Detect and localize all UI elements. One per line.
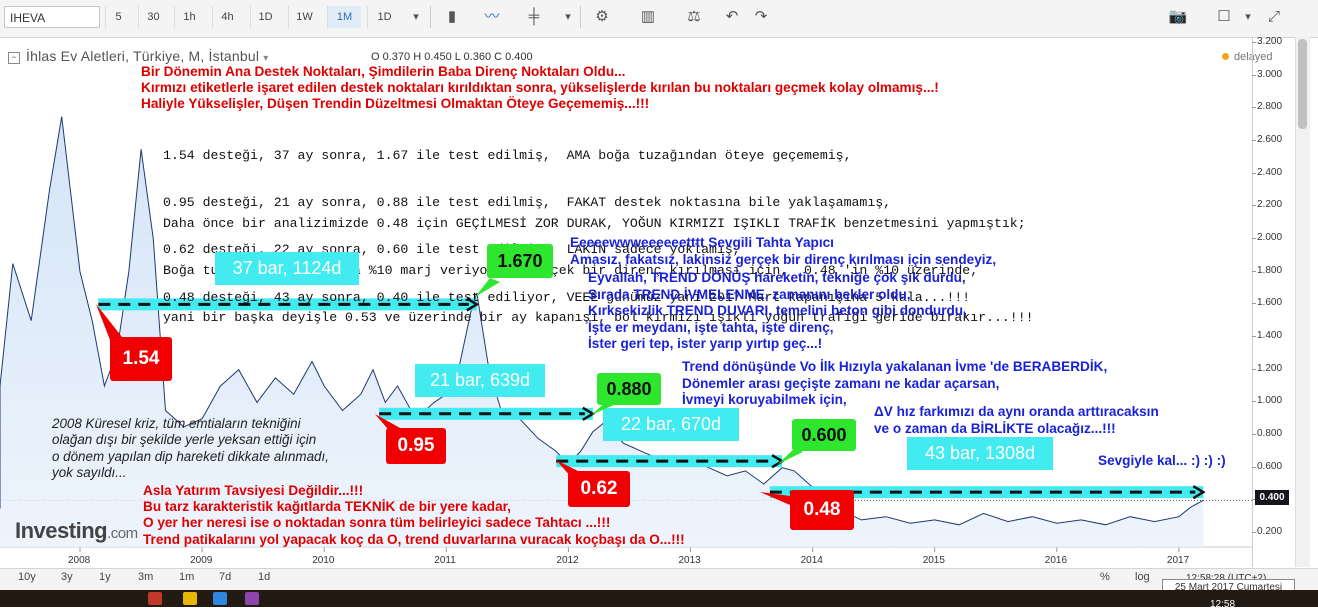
message-line: Dönemler arası geçişte zamanı ne kadar a…	[682, 375, 1000, 391]
investing-logo: Investing.com	[15, 518, 138, 544]
x-tick-label: 2009	[190, 555, 213, 566]
x-tick-label: 2016	[1044, 555, 1068, 566]
message-note-1: Eeeeewwweeeeeetttt Sevgili Tahta Yapıcı …	[570, 235, 996, 268]
range-3y[interactable]: 3y	[61, 571, 73, 583]
support-label: 0.95	[386, 428, 446, 464]
logo-suffix: .com	[107, 525, 138, 542]
y-tick-label: 0.200	[1251, 526, 1283, 537]
y-tick-label: 2.200	[1251, 199, 1283, 211]
message-line: İşte er meydanı, işte tahta, işte direnç…	[588, 319, 834, 335]
percent-toggle[interactable]: %	[1100, 571, 1110, 583]
footer-bar	[0, 568, 1318, 591]
analysis-line: Daha önce bir analizimizde 0.48 için GEÇ…	[163, 215, 1026, 231]
y-tick-label: 3.200	[1251, 36, 1283, 48]
current-price-label: 0.400	[1255, 490, 1289, 505]
test-label: 0.880	[597, 373, 661, 405]
x-tick-label: 2013	[678, 555, 701, 566]
x-tick-label: 2012	[556, 555, 579, 566]
bar-count-label: 21 bar, 639d	[415, 364, 545, 397]
crisis-line: yok sayıldı...	[52, 464, 127, 480]
y-tick-label: 2.000	[1251, 232, 1283, 244]
headline-line: Haliyle Yükselişler, Düşen Trendin Düzel…	[141, 96, 650, 112]
bar-count-label: 22 bar, 670d	[603, 408, 739, 441]
y-tick-label: 0.600	[1251, 460, 1283, 472]
message-line: Trend dönüşünde Vo İlk Hızıyla yakalanan…	[682, 359, 1108, 374]
message-line: Kırksekizlik TREND DUVARI, temelini beto…	[588, 303, 967, 318]
y-tick-label: 2.600	[1251, 134, 1283, 146]
crisis-note: 2008 Küresel kriz, tüm emtiaların tekniğ…	[52, 416, 329, 481]
message-line: İster geri tep, ister yarıp yırtıp geç..…	[588, 336, 823, 351]
support-test-line: 1.54 desteği, 37 ay sonra, 1.67 ile test…	[163, 147, 852, 163]
support-band	[556, 455, 783, 468]
message-note-3: Trend dönüşünde Vo İlk Hızıyla yakalanan…	[682, 359, 1107, 409]
taskbar-app-icon[interactable]	[213, 592, 227, 605]
headline-note: Bir Dönemin Ana Destek Noktaları, Şimdil…	[141, 64, 939, 113]
message-line: Eeeeewwweeeeeetttt Sevgili Tahta Yapıcı	[570, 235, 834, 250]
headline-line: Bir Dönemin Ana Destek Noktaları, Şimdil…	[141, 64, 626, 79]
range-7d[interactable]: 7d	[219, 571, 231, 583]
title-chevron-down-icon[interactable]: ▾	[263, 53, 268, 64]
range-10y[interactable]: 10y	[18, 571, 36, 583]
bar-count-label: 43 bar, 1308d	[907, 437, 1053, 470]
message-line: ΔV hız farkımızı da aynı oranda arttırac…	[874, 404, 1159, 419]
ohlc-values: O 0.370 H 0.450 L 0.360 C 0.400	[371, 51, 533, 63]
bar-count-label: 37 bar, 1124d	[215, 252, 359, 285]
x-tick-label: 2010	[312, 555, 335, 566]
y-tick-label: 1.400	[1251, 330, 1283, 342]
message-line: Eyvallah, TREND DÖNÜŞ hareketin, tekniğe…	[588, 270, 966, 285]
range-1y[interactable]: 1y	[99, 571, 111, 583]
taskbar-app-icon[interactable]	[148, 592, 162, 605]
message-line: Amasız, fakatsız, lakinsiz gerçek bir di…	[570, 251, 997, 267]
message-line: ve o zaman da BİRLİKTE olacağız...!!!	[874, 420, 1116, 436]
message-note-4: ΔV hız farkımızı da aynı oranda arttırac…	[874, 404, 1159, 437]
y-tick-label: 2.400	[1251, 166, 1283, 178]
x-tick-label: 2011	[434, 555, 456, 566]
collapse-icon[interactable]: −	[8, 52, 20, 64]
taskbar-clock: 12:58	[1210, 599, 1236, 610]
log-toggle[interactable]: log	[1135, 571, 1150, 583]
test-label: 0.600	[792, 419, 856, 451]
headline-line: Kırmızı etiketlerle işaret edilen destek…	[141, 80, 939, 96]
taskbar-app-icon[interactable]	[245, 592, 259, 605]
range-1m[interactable]: 1m	[179, 571, 194, 583]
crisis-line: o dönem yapılan dip hareketi dikkate alı…	[52, 448, 329, 464]
delayed-dot-icon	[1222, 53, 1229, 60]
crisis-line: 2008 Küresel kriz, tüm emtiaların tekniğ…	[52, 416, 301, 431]
support-label: 1.54	[110, 337, 172, 381]
y-tick-label: 1.000	[1251, 395, 1283, 407]
y-tick-label: 2.800	[1251, 101, 1283, 113]
logo-main: Investing	[15, 518, 108, 543]
y-tick-label: 1.200	[1251, 362, 1283, 374]
support-label: 0.62	[568, 471, 630, 507]
scrollbar[interactable]	[1295, 37, 1310, 567]
y-tick-label: 0.800	[1251, 428, 1283, 440]
message-note-5: Sevgiyle kal... :) :) :)	[1098, 453, 1226, 468]
support-label: 0.48	[790, 490, 854, 530]
x-tick-label: 2017	[1166, 555, 1190, 566]
message-note-2: Eyvallah, TREND DÖNÜŞ hareketin, tekniğe…	[588, 270, 967, 353]
test-label: 1.670	[487, 244, 553, 278]
x-tick-label: 2015	[922, 555, 945, 566]
message-line: Sırada TREND İVMELENME, zamanını bekler …	[588, 286, 911, 302]
range-1d[interactable]: 1d	[258, 571, 270, 583]
os-taskbar	[0, 590, 1318, 607]
crisis-line: olağan dışı bir şekilde yerle yeksan ett…	[52, 432, 317, 448]
disclaimer-line: Trend patikalarını yol yapacak koç da O,…	[143, 531, 685, 547]
y-tick-label: 1.800	[1251, 264, 1283, 276]
x-tick-label: 2014	[800, 555, 823, 566]
range-3m[interactable]: 3m	[138, 571, 153, 583]
instrument-title: İhlas Ev Aletleri, Türkiye, M, İstanbul	[26, 48, 260, 64]
x-tick-label: 2008	[68, 555, 91, 566]
taskbar-app-icon[interactable]	[183, 592, 197, 605]
y-tick-label: 3.000	[1251, 68, 1283, 80]
scrollbar-thumb[interactable]	[1298, 39, 1307, 129]
y-tick-label: 1.600	[1251, 297, 1283, 309]
disclaimer-line: O yer her neresi ise o noktadan sonra tü…	[143, 515, 611, 531]
